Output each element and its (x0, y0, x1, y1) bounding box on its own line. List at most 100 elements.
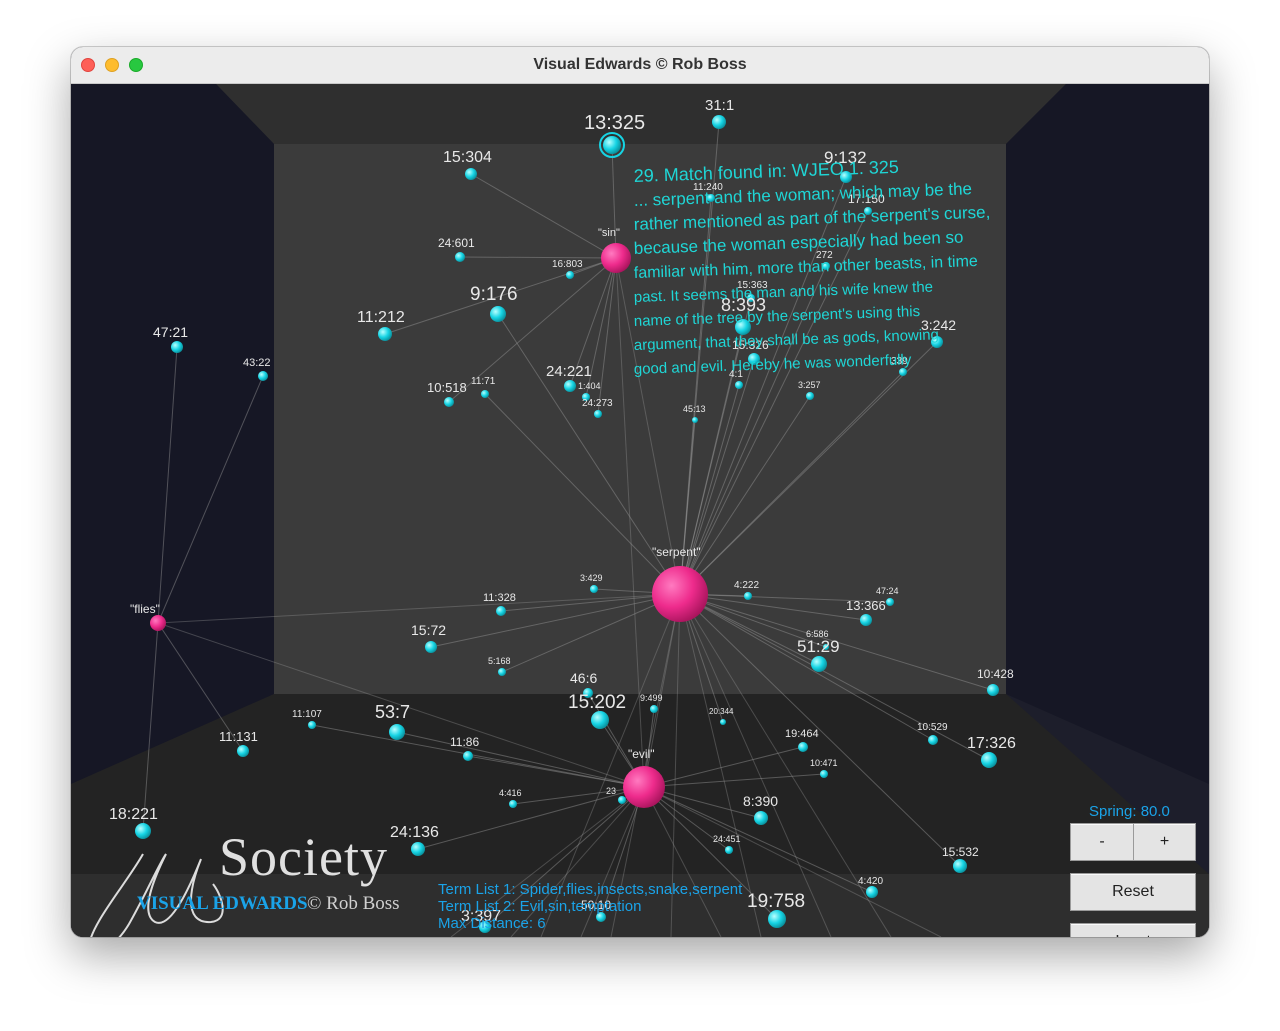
node-label: 24:221 (546, 363, 592, 380)
node-label: 3:429 (580, 573, 603, 583)
node-label: 24:601 (438, 236, 475, 250)
reference-node[interactable] (490, 306, 506, 322)
node-label: 15:532 (942, 845, 979, 859)
reference-node[interactable] (692, 417, 698, 423)
spring-decrease-button[interactable]: - (1070, 823, 1134, 861)
logo-society: Society (219, 827, 388, 887)
node-label: 47:24 (876, 586, 899, 596)
node-label: "sin" (598, 227, 620, 239)
reference-node[interactable] (237, 745, 249, 757)
reference-node[interactable] (455, 252, 465, 262)
reference-node[interactable] (735, 381, 743, 389)
node-label: 10:529 (917, 722, 948, 733)
reference-node[interactable] (308, 721, 316, 729)
term-node[interactable] (601, 243, 631, 273)
node-label: 15:72 (411, 622, 446, 638)
reference-node[interactable] (603, 136, 621, 154)
reference-node[interactable] (820, 770, 828, 778)
reference-node[interactable] (806, 392, 814, 400)
node-label: 11:131 (219, 729, 258, 744)
reference-node[interactable] (425, 641, 437, 653)
reference-node[interactable] (498, 668, 506, 676)
node-label: 11:212 (357, 309, 405, 326)
node-label: 53:7 (375, 702, 410, 722)
reference-node[interactable] (566, 271, 574, 279)
logo-visual-edwards: VISUAL EDWARDS (137, 893, 308, 914)
reference-node[interactable] (590, 585, 598, 593)
reference-node[interactable] (481, 390, 489, 398)
app-window: Visual Edwards © Rob Boss 13:325 31:1 15… (71, 47, 1209, 937)
node-label: 11:71 (471, 376, 496, 387)
node-label: "serpent" (652, 545, 701, 559)
reference-node[interactable] (899, 368, 907, 376)
reference-node[interactable] (171, 341, 183, 353)
graph-scene[interactable]: 13:32531:115:304 9:13211:24017:15024:6011… (71, 84, 1209, 937)
node-label: 47:21 (153, 324, 188, 340)
reference-node[interactable] (591, 711, 609, 729)
node-label: 19:464 (785, 728, 819, 740)
reference-node[interactable] (258, 371, 268, 381)
term-node[interactable] (623, 766, 665, 808)
reference-node[interactable] (618, 796, 626, 804)
reference-node[interactable] (594, 410, 602, 418)
reference-node[interactable] (725, 846, 733, 854)
reference-node[interactable] (744, 592, 752, 600)
term-list-1: Term List 1: Spider,flies,insects,snake,… (438, 881, 743, 898)
reference-node[interactable] (811, 656, 827, 672)
node-label: 24:136 (390, 824, 439, 841)
node-label: 11:328 (483, 592, 516, 604)
reference-node[interactable] (953, 859, 967, 873)
reference-node[interactable] (444, 397, 454, 407)
node-label: 4:420 (858, 876, 883, 887)
reference-node[interactable] (378, 327, 392, 341)
node-label: 11:107 (292, 709, 322, 720)
reference-node[interactable] (712, 115, 726, 129)
reference-node[interactable] (981, 752, 997, 768)
node-label: "flies" (130, 602, 160, 616)
node-label: 31:1 (705, 97, 734, 114)
reference-node[interactable] (135, 823, 151, 839)
spring-increase-button[interactable]: + (1133, 823, 1196, 861)
input-button[interactable]: Input (1070, 923, 1196, 937)
window-title: Visual Edwards © Rob Boss (533, 56, 747, 73)
right-wall (1006, 84, 1209, 784)
node-label: 19:758 (747, 891, 805, 912)
reference-node[interactable] (928, 735, 938, 745)
node-label: 11:86 (450, 735, 479, 749)
node-label: 4:222 (734, 580, 759, 591)
reference-node[interactable] (860, 614, 872, 626)
left-wall (71, 84, 274, 784)
node-label: 8:390 (743, 793, 778, 809)
reference-node[interactable] (798, 742, 808, 752)
reference-node[interactable] (564, 380, 576, 392)
reference-node[interactable] (886, 598, 894, 606)
node-label: 24:273 (582, 398, 613, 409)
reference-node[interactable] (465, 168, 477, 180)
reference-node[interactable] (754, 811, 768, 825)
reference-node[interactable] (509, 800, 517, 808)
reference-node[interactable] (720, 719, 726, 725)
reference-node[interactable] (496, 606, 506, 616)
node-label: 10:428 (977, 667, 1014, 681)
node-label: 16:803 (552, 259, 583, 270)
reference-node[interactable] (987, 684, 999, 696)
reference-node[interactable] (463, 751, 473, 761)
node-label: 10:518 (427, 380, 467, 395)
graph-canvas[interactable]: 13:325 31:1 15:304 9:132 11:240 17:150 24:601 1… (71, 84, 1209, 937)
title-bar: Visual Edwards © Rob Boss (71, 47, 1209, 84)
term-node[interactable] (652, 566, 708, 622)
node-label: 45:13 (683, 404, 706, 414)
node-label: 1:404 (578, 381, 601, 391)
term-list-2: Term List 2: Evil,sin,temptation (438, 898, 642, 915)
node-label: 20:344 (709, 707, 734, 716)
reference-node[interactable] (389, 724, 405, 740)
reference-node[interactable] (411, 842, 425, 856)
reset-button[interactable]: Reset (1070, 873, 1196, 911)
term-node[interactable] (150, 615, 166, 631)
reference-node[interactable] (866, 886, 878, 898)
reference-node[interactable] (768, 910, 786, 928)
node-label: 4:416 (499, 788, 522, 798)
max-distance: Max Distance: 6 (438, 915, 546, 932)
node-label: 5:168 (488, 656, 511, 666)
reference-node[interactable] (650, 705, 658, 713)
